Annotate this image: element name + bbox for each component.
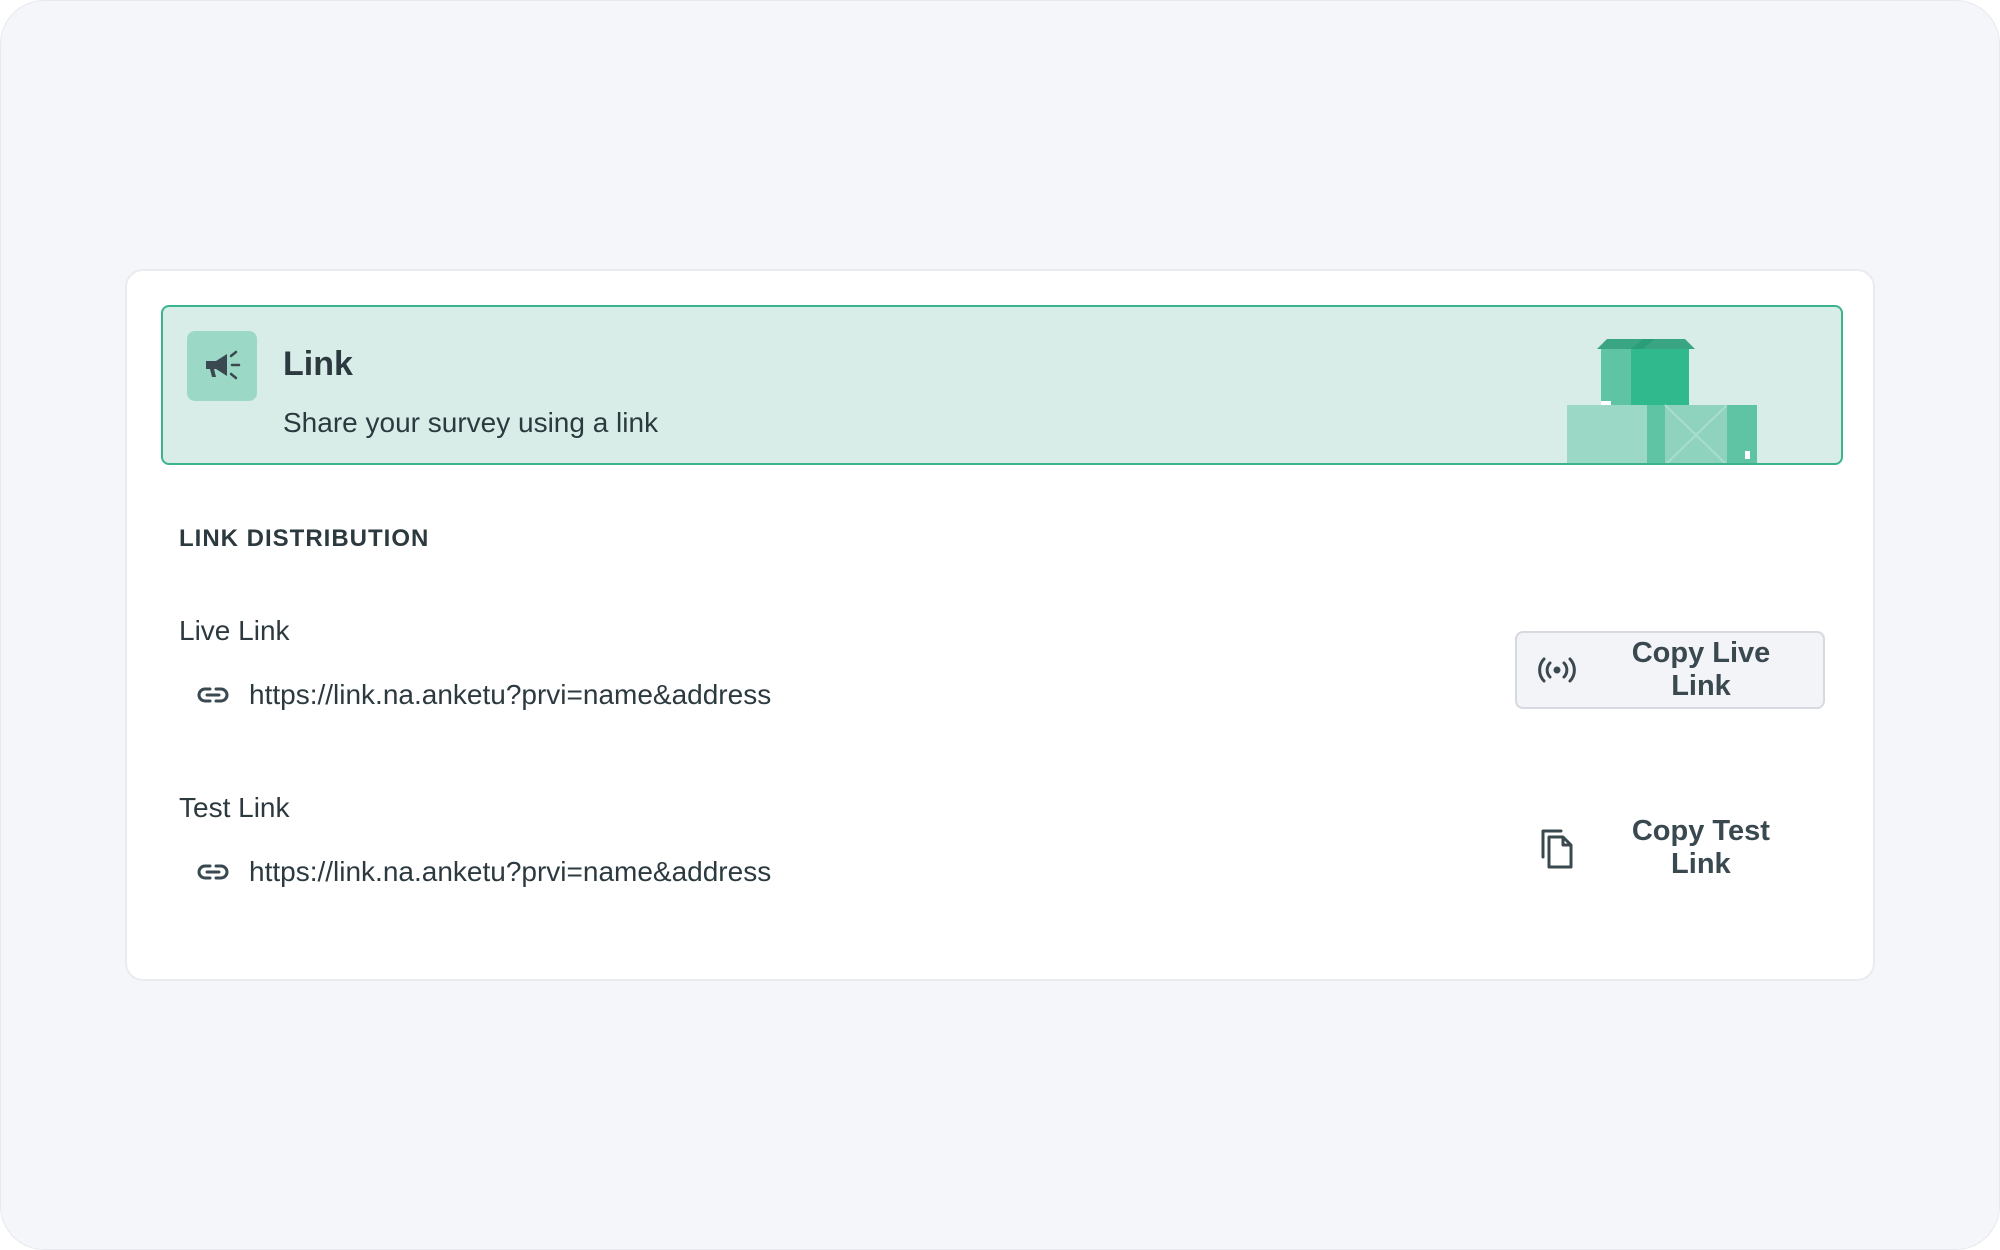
live-link-url[interactable]: https://link.na.anketu?prvi=name&address (249, 679, 771, 711)
banner-subtitle: Share your survey using a link (283, 407, 659, 438)
copy-live-link-label: Copy Live Link (1631, 637, 1771, 702)
link-card: Link Share your survey using a link LINK… (125, 269, 1875, 981)
link-icon (197, 679, 229, 711)
megaphone-icon (187, 331, 257, 401)
live-link-label: Live Link (179, 615, 290, 646)
link-banner: Link Share your survey using a link (161, 305, 1843, 465)
link-distribution-heading: LINK DISTRIBUTION (179, 525, 430, 552)
copy-test-link-button[interactable]: Copy Test Link (1515, 809, 1825, 887)
live-link-url-row: https://link.na.anketu?prvi=name&address (197, 675, 771, 715)
test-link-url[interactable]: https://link.na.anketu?prvi=name&address (249, 856, 771, 888)
copy-icon (1537, 828, 1577, 869)
broadcast-icon (1537, 650, 1577, 690)
test-link-label: Test Link (179, 792, 290, 823)
copy-live-link-button[interactable]: Copy Live Link (1515, 631, 1825, 709)
copy-test-link-label: Copy Test Link (1631, 815, 1770, 880)
test-link-url-row: https://link.na.anketu?prvi=name&address (197, 852, 771, 892)
boxes-illustration (1567, 339, 1757, 463)
screen-background: Link Share your survey using a link LINK… (0, 0, 2000, 1250)
link-icon (197, 856, 229, 888)
banner-title: Link (283, 345, 353, 383)
